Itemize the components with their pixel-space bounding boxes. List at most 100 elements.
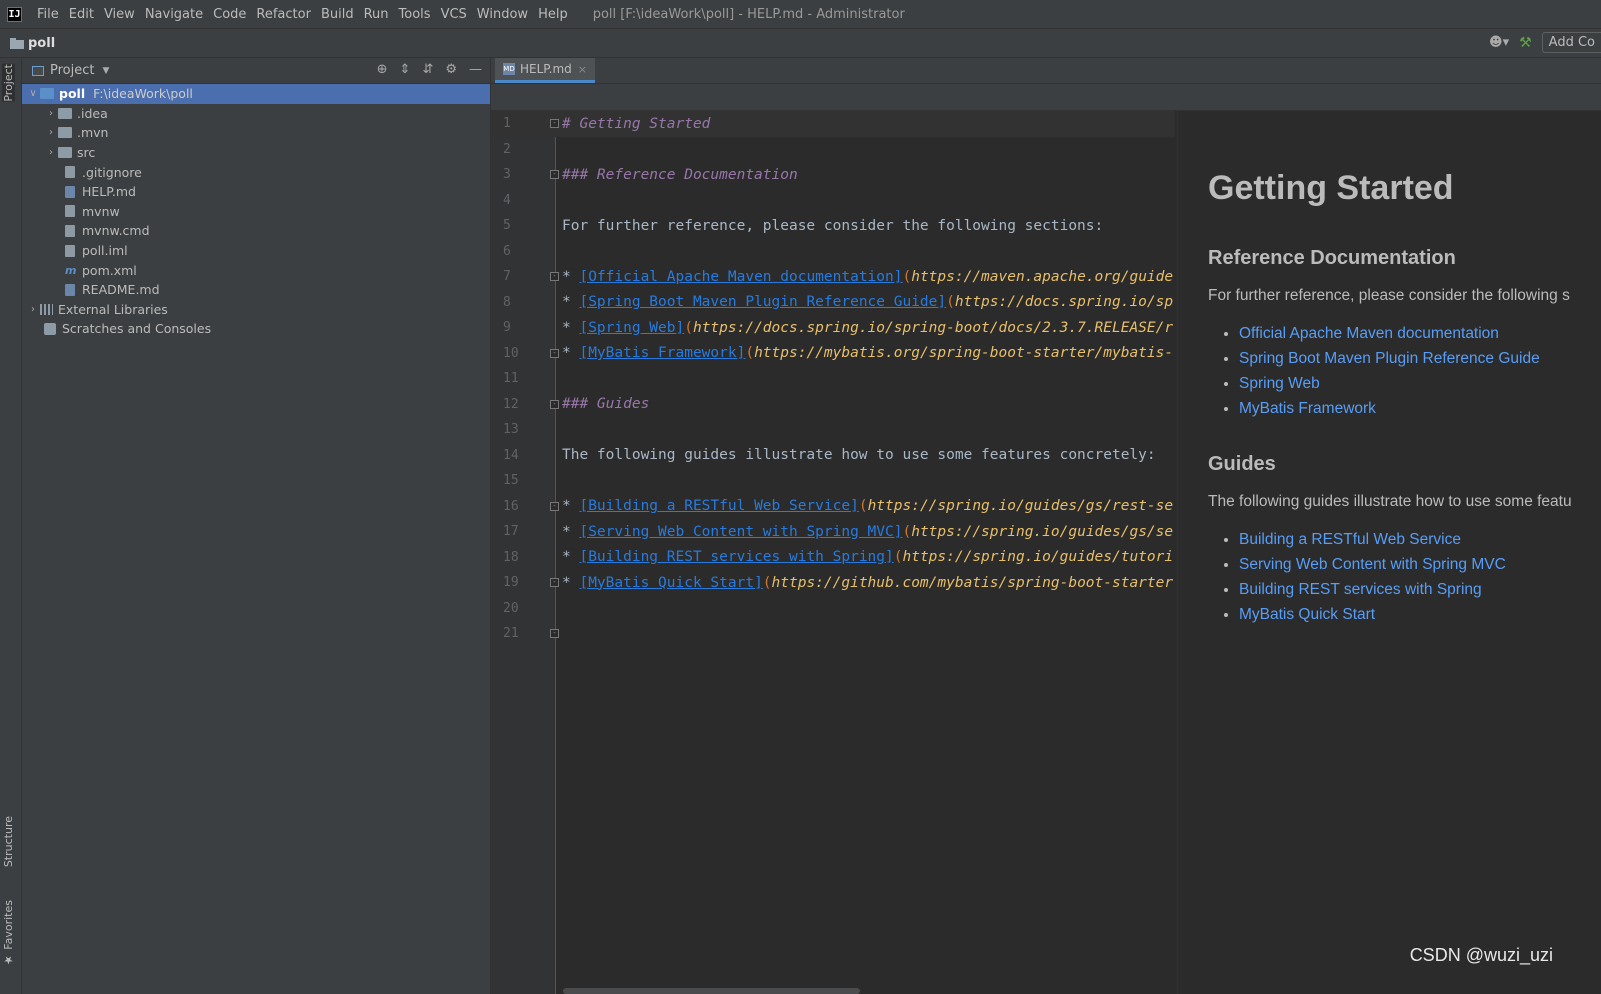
collapse-all-icon[interactable]: ⇵	[422, 62, 433, 77]
tool-tab-project[interactable]: Project	[2, 64, 15, 102]
tool-tab-favorites[interactable]: ★ Favorites	[2, 900, 15, 967]
fold-marker-icon[interactable]: -	[550, 629, 559, 638]
menu-help[interactable]: Help	[533, 7, 573, 22]
markdown-link-text[interactable]: [MyBatis Framework]	[579, 345, 745, 361]
tree-item-poll[interactable]: ∨ poll F:\ideaWork\poll	[22, 84, 490, 104]
add-configuration-button[interactable]: Add Co	[1541, 32, 1601, 53]
code-editor[interactable]: ✔ 1 ⌃ ⌄ 1-# Getting Started 2 3-### Refe…	[491, 111, 1175, 994]
code-text: * [Spring Web](https://docs.spring.io/sp…	[562, 320, 1173, 336]
markdown-file-icon: MD	[503, 63, 515, 75]
line-number: 7	[503, 269, 511, 285]
markdown-link-text[interactable]: [Serving Web Content with Spring MVC]	[579, 524, 902, 540]
menu-view[interactable]: View	[99, 7, 140, 22]
code-text: * [MyBatis Framework](https://mybatis.or…	[562, 345, 1173, 361]
tool-tab-structure[interactable]: Structure	[2, 816, 15, 867]
menu-run[interactable]: Run	[359, 7, 394, 22]
tree-item-mvnw[interactable]: mvnw	[22, 202, 490, 222]
chevron-down-icon[interactable]: ▼	[102, 66, 109, 76]
fold-marker-icon[interactable]: -	[550, 170, 559, 179]
fold-marker-icon[interactable]: -	[550, 578, 559, 587]
chevron-right-icon[interactable]: ›	[44, 127, 58, 138]
preview-paragraph: The following guides illustrate how to u…	[1208, 493, 1572, 510]
chevron-right-icon[interactable]: ›	[26, 304, 40, 315]
fold-marker-icon[interactable]: -	[550, 399, 559, 409]
locate-icon[interactable]: ⊕	[377, 62, 388, 77]
code-text: * [Official Apache Maven documentation](…	[562, 269, 1173, 285]
editor-toolbar	[491, 84, 1601, 111]
preview-reference-list: Official Apache Maven documentation Spri…	[1208, 321, 1540, 421]
markdown-link-text[interactable]: [Official Apache Maven documentation]	[579, 269, 902, 285]
close-icon[interactable]: ×	[578, 63, 587, 76]
breadcrumb-project[interactable]: poll	[28, 36, 55, 51]
tool-tab-project-label: Project	[2, 64, 15, 102]
tree-item-mvnw-cmd[interactable]: mvnw.cmd	[22, 221, 490, 241]
menu-code[interactable]: Code	[208, 7, 251, 22]
tree-item-poll-iml[interactable]: poll.iml	[22, 241, 490, 261]
fold-marker-icon[interactable]: -	[550, 119, 559, 128]
horizontal-scrollbar[interactable]	[563, 988, 860, 994]
chevron-down-icon[interactable]: ∨	[26, 88, 40, 99]
preview-link[interactable]: MyBatis Quick Start	[1239, 606, 1375, 623]
tree-item-idea[interactable]: › .idea	[22, 104, 490, 124]
markdown-link-text[interactable]: [MyBatis Quick Start]	[579, 575, 762, 591]
markdown-link-text[interactable]: [Spring Boot Maven Plugin Reference Guid…	[579, 294, 946, 310]
code-line: 19 - * [MyBatis Quick Start](https://githu…	[491, 570, 1175, 596]
tree-item-readme-md[interactable]: README.md	[22, 280, 490, 300]
menu-build[interactable]: Build	[316, 7, 359, 22]
preview-link[interactable]: Serving Web Content with Spring MVC	[1239, 556, 1506, 573]
preview-link[interactable]: Building REST services with Spring	[1239, 581, 1482, 598]
menu-vcs[interactable]: VCS	[436, 7, 472, 22]
tree-item-src[interactable]: › src	[22, 143, 490, 163]
project-view-icon	[32, 65, 44, 76]
user-icon[interactable]: ☻▾	[1489, 35, 1509, 50]
menu-edit[interactable]: Edit	[64, 7, 99, 22]
navigation-bar: poll ☻▾ ⚒ Add Co	[0, 29, 1601, 58]
chevron-right-icon[interactable]: ›	[44, 108, 58, 119]
minimize-icon[interactable]: —	[469, 62, 482, 77]
tree-item-help-md[interactable]: HELP.md	[22, 182, 490, 202]
project-panel-header: Project ▼ ⊕ ⇕ ⇵ ⚙ —	[22, 58, 490, 84]
markdown-link-text[interactable]: [Building REST services with Spring]	[579, 549, 893, 565]
tree-item-label: External Libraries	[58, 301, 168, 317]
tree-item-pom-xml[interactable]: m pom.xml	[22, 260, 490, 280]
project-folder-icon	[10, 37, 24, 49]
editor: MD HELP.md × ✔ 1 ⌃ ⌄ 1-# Getting Started…	[491, 58, 1601, 994]
tree-item-gitignore[interactable]: .gitignore	[22, 162, 490, 182]
tree-item-scratches[interactable]: Scratches and Consoles	[22, 319, 490, 339]
preview-link[interactable]: Spring Web	[1239, 375, 1320, 392]
fold-marker-icon[interactable]: -	[550, 348, 559, 358]
menu-window[interactable]: Window	[472, 7, 533, 22]
preview-link[interactable]: MyBatis Framework	[1239, 400, 1376, 417]
markdown-link-text[interactable]: [Spring Web]	[579, 320, 684, 336]
tab-help-md[interactable]: MD HELP.md ×	[495, 58, 595, 83]
tree-item-external-libraries[interactable]: › External Libraries	[22, 300, 490, 320]
menu-bar: IJ File Edit View Navigate Code Refactor…	[0, 0, 1601, 29]
tree-item-mvn[interactable]: › .mvn	[22, 123, 490, 143]
paren: (	[946, 294, 955, 311]
code-text: * [Spring Boot Maven Plugin Reference Gu…	[562, 294, 1173, 310]
menu-file[interactable]: File	[32, 7, 64, 22]
chevron-right-icon[interactable]: ›	[44, 147, 58, 158]
tree-item-label: README.md	[82, 282, 160, 298]
menu-navigate[interactable]: Navigate	[140, 7, 208, 22]
gear-icon[interactable]: ⚙	[445, 62, 457, 77]
preview-heading-reference: Reference Documentation	[1208, 247, 1456, 269]
fold-marker-icon[interactable]: -	[550, 501, 559, 511]
list-item: Building REST services with Spring	[1239, 577, 1506, 602]
paren: (	[858, 498, 868, 515]
preview-link[interactable]: Spring Boot Maven Plugin Reference Guide	[1239, 350, 1540, 367]
preview-link[interactable]: Building a RESTful Web Service	[1239, 531, 1461, 548]
expand-all-icon[interactable]: ⇕	[400, 62, 411, 77]
preview-link[interactable]: Official Apache Maven documentation	[1239, 325, 1499, 342]
markdown-url: https://github.com/mybatis/spring-boot-s…	[771, 574, 1174, 591]
menu-refactor[interactable]: Refactor	[251, 7, 316, 22]
fold-marker-icon[interactable]: -	[550, 272, 559, 281]
menu-tools[interactable]: Tools	[394, 7, 436, 22]
project-panel-title[interactable]: Project	[50, 63, 94, 78]
folder-icon	[58, 107, 72, 119]
code-line: 1 - # Getting Started	[491, 111, 1175, 137]
markdown-link-text[interactable]: [Building a RESTful Web Service]	[579, 498, 858, 514]
tree-item-label: Scratches and Consoles	[62, 321, 212, 337]
paren: (	[745, 345, 755, 362]
hammer-icon[interactable]: ⚒	[1519, 35, 1532, 51]
